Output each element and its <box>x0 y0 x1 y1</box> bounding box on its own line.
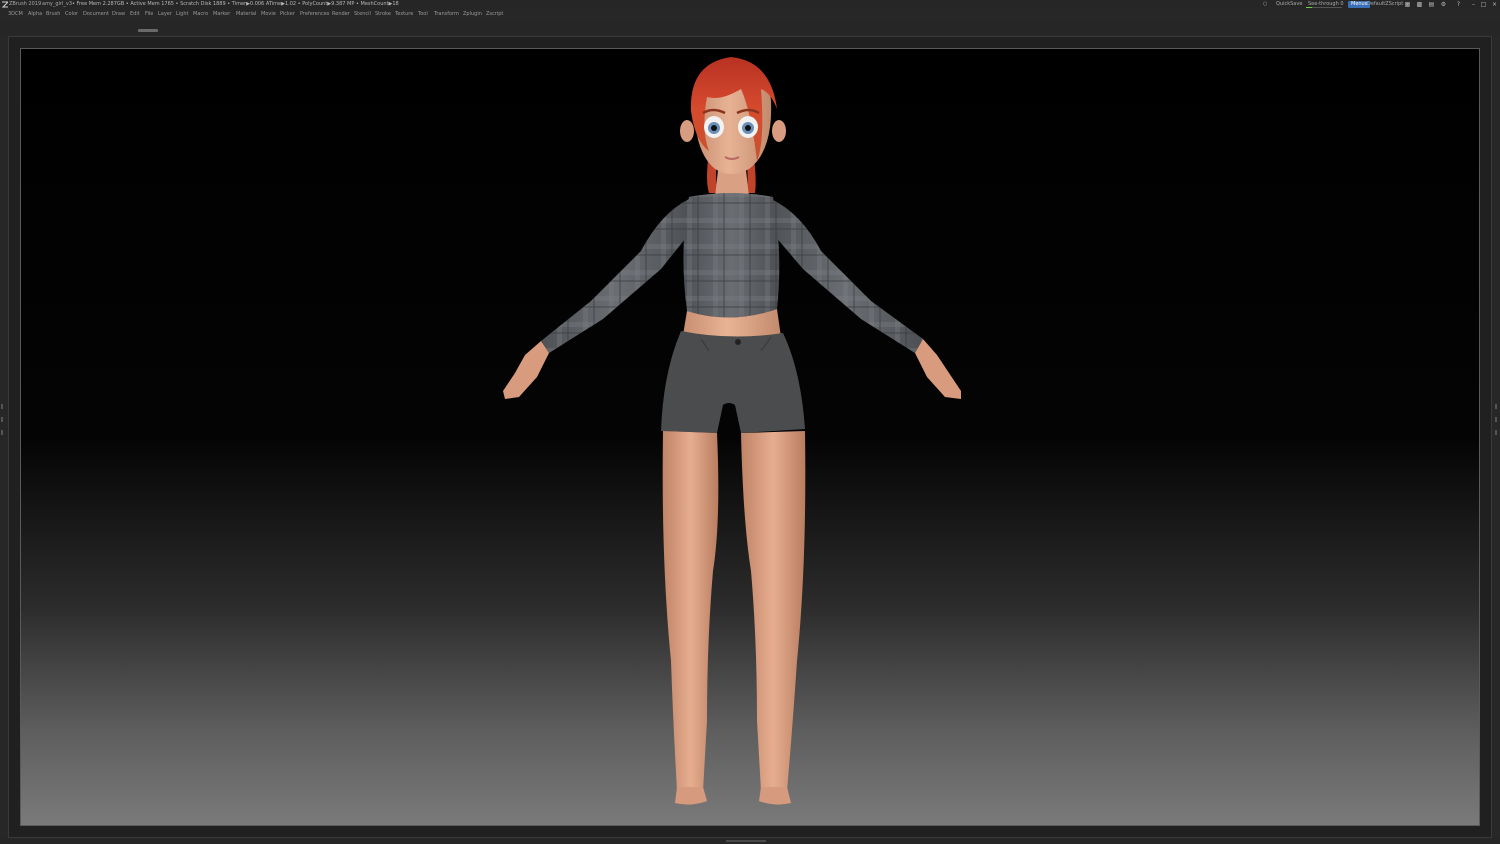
document-strip <box>0 20 1500 34</box>
right-foot <box>759 787 791 805</box>
left-foot <box>675 787 707 805</box>
menu-layer[interactable]: Layer <box>158 9 172 20</box>
menu-marker[interactable]: Marker <box>213 9 230 20</box>
restore-icon[interactable]: □ <box>1480 1 1487 8</box>
menu-picker[interactable]: Picker <box>280 9 295 20</box>
bottom-bar <box>0 838 1500 844</box>
menu-render[interactable]: Render <box>332 9 350 20</box>
quicksave-button[interactable]: QuickSave <box>1276 0 1302 9</box>
left-hand <box>503 341 549 399</box>
default-script-button[interactable]: DefaultZScript <box>1367 0 1403 9</box>
menu-transform[interactable]: Transform <box>434 9 459 20</box>
menu-macro[interactable]: Macro <box>193 9 208 20</box>
menu-document[interactable]: Document <box>83 9 109 20</box>
left-ear <box>680 120 694 142</box>
right-tray-toggle[interactable] <box>1495 404 1498 450</box>
right-leg <box>741 431 806 791</box>
character-model <box>503 57 961 805</box>
right-ear <box>772 120 786 142</box>
seethrough-fill <box>1306 7 1312 8</box>
palette-icon[interactable]: ▩ <box>1416 1 1423 8</box>
file-name: amy_girl_v3 <box>42 1 73 7</box>
menu-edit[interactable]: Edit <box>130 9 140 20</box>
lightbox-icon[interactable]: ○ <box>1263 0 1267 9</box>
status-stats: • Free Mem 2.287GB • Active Mem 1765 • S… <box>72 1 399 7</box>
left-tray-toggle[interactable] <box>1 404 4 450</box>
menu-material[interactable]: Material <box>236 9 256 20</box>
menu-light[interactable]: Light <box>176 9 188 20</box>
help-question-icon[interactable]: ? <box>1455 1 1462 8</box>
app-title: ZBrush 2019 <box>9 1 42 7</box>
layout-icon[interactable]: ▦ <box>1404 1 1411 8</box>
menu-file[interactable]: File <box>145 9 153 20</box>
menu-color[interactable]: Color <box>65 9 78 20</box>
left-leg <box>662 431 719 791</box>
menu-texture[interactable]: Texture <box>395 9 413 20</box>
shorts <box>661 331 805 433</box>
menu-zscript[interactable]: Zscript <box>486 9 503 20</box>
minimize-icon[interactable]: – <box>1470 1 1477 8</box>
close-icon[interactable]: × <box>1491 1 1498 8</box>
bottom-tray-handle[interactable] <box>726 840 766 842</box>
menu-zplugin[interactable]: Zplugin <box>463 9 482 20</box>
tray-drag-handle[interactable] <box>138 29 158 32</box>
menu-stroke[interactable]: Stroke <box>375 9 391 20</box>
menu-bar: 3DCM Alpha Brush Color Document Draw Edi… <box>0 9 1500 20</box>
menu-draw[interactable]: Draw <box>112 9 125 20</box>
help-icon[interactable]: ▤ <box>1428 1 1435 8</box>
zbrush-logo-icon <box>2 1 8 8</box>
menu-brush[interactable]: Brush <box>46 9 60 20</box>
menu-tool[interactable]: Tool <box>418 9 428 20</box>
menu-alpha[interactable]: Alpha <box>28 9 42 20</box>
title-bar: ZBrush 2019 amy_girl_v3 • Free Mem 2.287… <box>0 0 1500 9</box>
menu-movie[interactable]: Movie <box>261 9 276 20</box>
right-hand <box>915 339 961 399</box>
menu-preferences[interactable]: Preferences <box>300 9 329 20</box>
viewport-canvas[interactable] <box>20 48 1480 826</box>
menu-stencil[interactable]: Stencil <box>354 9 371 20</box>
settings-icon[interactable]: ⚙ <box>1440 1 1447 8</box>
menu-3dcm[interactable]: 3DCM <box>8 9 23 20</box>
